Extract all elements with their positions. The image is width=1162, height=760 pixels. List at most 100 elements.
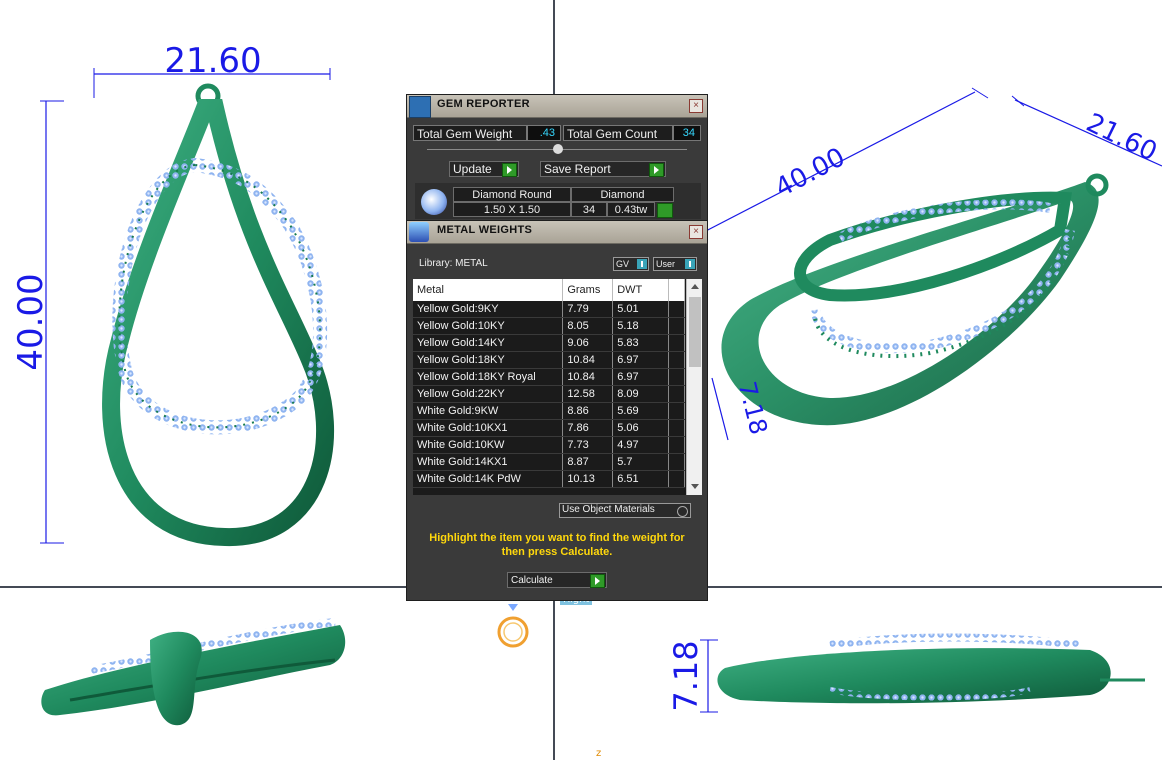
library-label: Library: METAL: [419, 258, 488, 269]
metal-cell: Yellow Gold:10KY: [413, 317, 564, 335]
metal-table-body: Yellow Gold:9KY 7.79 5.01 Yellow Gold:10KY…: [413, 301, 685, 488]
diamond-gem-icon: [421, 189, 447, 215]
table-row[interactable]: Yellow Gold:18KY Royal 10.84 6.97: [413, 368, 685, 386]
scroll-thumb[interactable]: [689, 297, 701, 367]
close-icon[interactable]: ×: [689, 225, 703, 239]
dwt-cell: 6.97: [612, 351, 670, 369]
total-gem-weight-label: Total Gem Weight: [413, 125, 527, 141]
table-row[interactable]: White Gold:14KX1 8.87 5.7: [413, 453, 685, 471]
gem-row[interactable]: Diamond Round 1.50 X 1.50 Diamond 34 0.4…: [415, 183, 701, 219]
close-icon[interactable]: ×: [689, 99, 703, 113]
grams-cell: 8.87: [562, 453, 614, 471]
table-row[interactable]: White Gold:14K PdW 10.13 6.51: [413, 470, 685, 488]
grams-cell: 10.13: [562, 470, 614, 488]
top-view-pendant: [41, 618, 346, 726]
front-width-label: 21.60: [164, 41, 261, 81]
use-object-materials-select[interactable]: Use Object Materials: [559, 503, 691, 518]
gem-count: 34: [571, 202, 607, 217]
play-icon: [649, 163, 664, 177]
dwt-cell: 6.97: [612, 368, 670, 386]
user-toggle-label: User: [656, 259, 676, 269]
gem-weight: 0.43tw: [607, 202, 655, 217]
table-scrollbar[interactable]: [686, 279, 702, 495]
column-header-grams[interactable]: Grams: [562, 279, 614, 301]
calculate-hint: Highlight the item you want to find the …: [429, 532, 685, 558]
column-header-dwt[interactable]: DWT: [612, 279, 670, 301]
gem-reporter-panel: GEM REPORTER × Total Gem Weight .43 Tota…: [406, 94, 708, 222]
front-height-dimension: 40.00: [11, 100, 64, 544]
collapse-arrow-icon[interactable]: [553, 144, 563, 154]
dwt-cell: 8.09: [612, 385, 670, 403]
metal-cell: Yellow Gold:14KY: [413, 334, 564, 352]
right-thickness-dimension: 7.18: [667, 639, 718, 713]
table-row[interactable]: Yellow Gold:9KY 7.79 5.01: [413, 301, 685, 318]
calculate-button[interactable]: Calculate: [507, 572, 607, 588]
gem-go-button[interactable]: [657, 203, 673, 218]
total-gem-count-label: Total Gem Count: [563, 125, 673, 141]
metal-cell: Yellow Gold:18KY: [413, 351, 564, 369]
dwt-cell: 5.69: [612, 402, 670, 420]
table-header-row: Metal Grams DWT: [413, 279, 685, 301]
grams-cell: 12.58: [562, 385, 614, 403]
grams-cell: 7.73: [562, 436, 614, 454]
grams-cell: 10.84: [562, 351, 614, 369]
gem-size: 1.50 X 1.50: [453, 202, 571, 217]
grams-cell: 8.86: [562, 402, 614, 420]
user-toggle[interactable]: User: [653, 257, 697, 271]
gv-toggle-label: GV: [616, 259, 630, 269]
metal-weights-titlebar[interactable]: METAL WEIGHTS ×: [407, 221, 707, 244]
total-gem-weight-value: .43: [527, 125, 561, 141]
table-row[interactable]: Yellow Gold:14KY 9.06 5.83: [413, 334, 685, 352]
right-thickness-label: 7.18: [667, 640, 705, 711]
save-report-button[interactable]: Save Report: [540, 161, 666, 177]
scroll-down-icon[interactable]: [691, 484, 699, 489]
metal-cell: White Gold:10KW: [413, 436, 564, 454]
table-row[interactable]: White Gold:10KX1 7.86 5.06: [413, 419, 685, 437]
update-button[interactable]: Update: [449, 161, 519, 177]
update-button-label: Update: [453, 162, 492, 176]
metal-cell: Yellow Gold:9KY: [413, 301, 564, 318]
dwt-cell: 5.01: [612, 301, 670, 318]
column-header-metal[interactable]: Metal: [413, 279, 564, 301]
gem-shape: Diamond Round: [453, 187, 571, 202]
ring-view-icon[interactable]: [497, 604, 529, 648]
table-row[interactable]: White Gold:10KW 7.73 4.97: [413, 436, 685, 454]
play-icon: [502, 163, 517, 177]
front-height-label: 40.00: [11, 273, 51, 370]
gem-material: Diamond: [571, 187, 674, 202]
table-row[interactable]: Yellow Gold:18KY 10.84 6.97: [413, 351, 685, 369]
metal-table-container[interactable]: Metal Grams DWT Yellow Gold:9KY 7.79 5.01 …: [413, 279, 702, 495]
dwt-cell: 6.51: [612, 470, 670, 488]
metal-weights-panel: METAL WEIGHTS × Library: METAL GV User M…: [406, 220, 708, 601]
gem-reporter-title: GEM REPORTER: [437, 98, 530, 110]
scroll-up-icon[interactable]: [691, 284, 699, 289]
metal-weights-title: METAL WEIGHTS: [437, 224, 533, 236]
dwt-cell: 5.83: [612, 334, 670, 352]
gv-toggle[interactable]: GV: [613, 257, 649, 271]
grams-cell: 10.84: [562, 368, 614, 386]
metal-weights-app-icon: [409, 222, 429, 242]
column-header-extra: [668, 279, 685, 301]
grams-cell: 7.79: [562, 301, 614, 318]
axis-z-label: z: [596, 748, 601, 759]
dwt-cell: 5.7: [612, 453, 670, 471]
perspective-length-label: 40.00: [770, 142, 850, 203]
perspective-view-pendant: [721, 173, 1109, 426]
metal-cell: Yellow Gold:18KY Royal: [413, 368, 564, 386]
table-row[interactable]: White Gold:9KW 8.86 5.69: [413, 402, 685, 420]
table-row[interactable]: Yellow Gold:10KY 8.05 5.18: [413, 317, 685, 335]
toggle-icon: [685, 259, 695, 269]
use-object-materials-label: Use Object Materials: [562, 504, 655, 515]
toggle-icon: [637, 259, 647, 269]
dwt-cell: 5.06: [612, 419, 670, 437]
grams-cell: 7.86: [562, 419, 614, 437]
gem-reporter-titlebar[interactable]: GEM REPORTER ×: [407, 95, 707, 118]
dwt-cell: 4.97: [612, 436, 670, 454]
right-view-pendant: [717, 633, 1145, 704]
metal-cell: White Gold:9KW: [413, 402, 564, 420]
table-row[interactable]: Yellow Gold:22KY 12.58 8.09: [413, 385, 685, 403]
grams-cell: 8.05: [562, 317, 614, 335]
metal-cell: Yellow Gold:22KY: [413, 385, 564, 403]
dwt-cell: 5.18: [612, 317, 670, 335]
gem-reporter-app-icon: [409, 96, 431, 118]
